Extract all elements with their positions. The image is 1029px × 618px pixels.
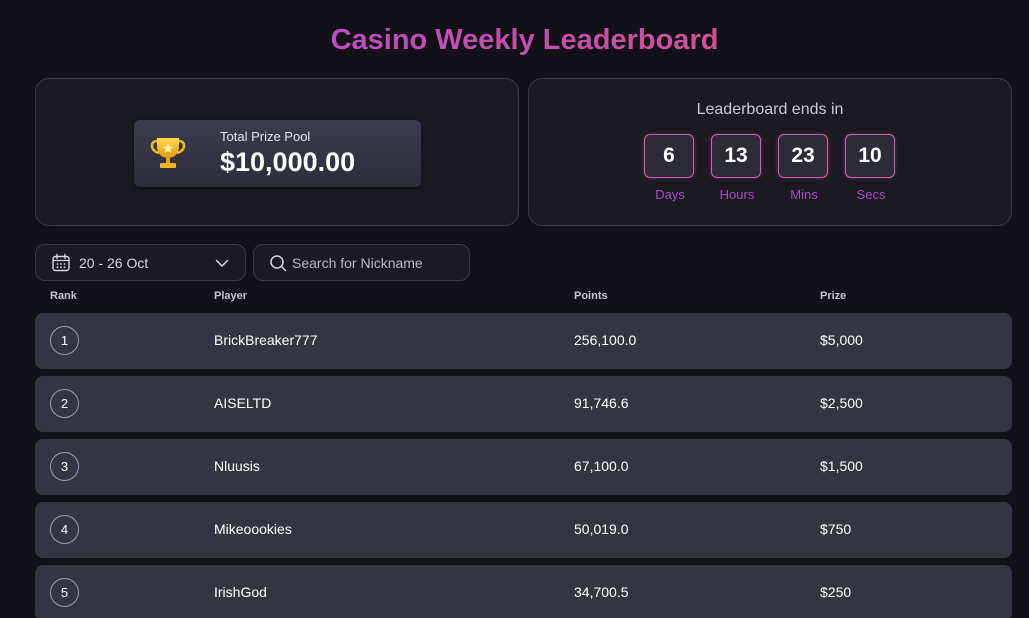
prize-pool-value: $10,000.00 — [220, 147, 356, 177]
header-points: Points — [574, 290, 608, 302]
chevron-down-icon — [215, 259, 229, 267]
player-points: 256,100.0 — [574, 332, 637, 348]
header-prize: Prize — [820, 290, 847, 302]
rank-badge: 4 — [50, 515, 79, 544]
countdown-secs-label: Secs — [856, 187, 886, 202]
player-prize: $5,000 — [820, 332, 863, 348]
prize-pool-label: Total Prize Pool — [220, 129, 311, 144]
prize-pool-card: Total Prize Pool $10,000.00 — [35, 78, 519, 226]
player-points: 67,100.0 — [574, 458, 629, 474]
player-name: AISELTD — [214, 395, 272, 411]
player-name: BrickBreaker777 — [214, 332, 318, 348]
countdown-mins-label: Mins — [790, 187, 818, 202]
player-name: Mikeoookies — [214, 521, 292, 537]
player-prize: $2,500 — [820, 395, 863, 411]
countdown-days-value: 6 — [644, 134, 694, 178]
search-box — [253, 244, 470, 281]
countdown-mins: 23 Mins — [778, 134, 830, 202]
rank-badge: 3 — [50, 452, 79, 481]
player-name: Nluusis — [214, 458, 260, 474]
player-points: 50,019.0 — [574, 521, 629, 537]
rank-badge: 5 — [50, 578, 79, 607]
date-range-dropdown[interactable]: 20 - 26 Oct — [35, 244, 246, 281]
player-name: IrishGod — [214, 584, 267, 600]
countdown-secs-value: 10 — [845, 134, 895, 178]
countdown-title: Leaderboard ends in — [696, 101, 844, 118]
search-input[interactable] — [292, 253, 462, 273]
countdown-card: Leaderboard ends in 6 Days 13 Hours 23 M… — [528, 78, 1012, 226]
rank-badge: 2 — [50, 389, 79, 418]
table-row: 4 Mikeoookies 50,019.0 $750 — [35, 502, 1012, 558]
countdown-hours-value: 13 — [711, 134, 761, 178]
table-row: 2 AISELTD 91,746.6 $2,500 — [35, 376, 1012, 432]
countdown-secs: 10 Secs — [845, 134, 897, 202]
countdown-mins-value: 23 — [778, 134, 828, 178]
countdown-hours-label: Hours — [719, 187, 755, 202]
date-range-value: 20 - 26 Oct — [79, 255, 149, 271]
header-rank: Rank — [50, 290, 77, 302]
countdown-hours: 13 Hours — [711, 134, 763, 202]
table-row: 3 Nluusis 67,100.0 $1,500 — [35, 439, 1012, 495]
player-points: 34,700.5 — [574, 584, 629, 600]
player-points: 91,746.6 — [574, 395, 629, 411]
page-title: Casino Weekly Leaderboard — [0, 24, 1029, 57]
player-prize: $250 — [820, 584, 852, 600]
table-row: 1 BrickBreaker777 256,100.0 $5,000 — [35, 313, 1012, 369]
calendar-icon — [52, 253, 70, 272]
player-prize: $1,500 — [820, 458, 863, 474]
table-row: 5 IrishGod 34,700.5 $250 — [35, 565, 1012, 618]
prize-pool-box: Total Prize Pool $10,000.00 — [134, 120, 421, 187]
header-player: Player — [214, 290, 248, 302]
trophy-icon — [150, 138, 186, 168]
countdown-days: 6 Days — [644, 134, 696, 202]
countdown-days-label: Days — [655, 187, 685, 202]
player-prize: $750 — [820, 521, 852, 537]
countdown-units: 6 Days 13 Hours 23 Mins 10 Secs — [644, 134, 898, 204]
rank-badge: 1 — [50, 326, 79, 355]
leaderboard-page: Casino Weekly Leaderboard Total Prize Po… — [0, 0, 1029, 618]
search-icon — [270, 255, 287, 272]
